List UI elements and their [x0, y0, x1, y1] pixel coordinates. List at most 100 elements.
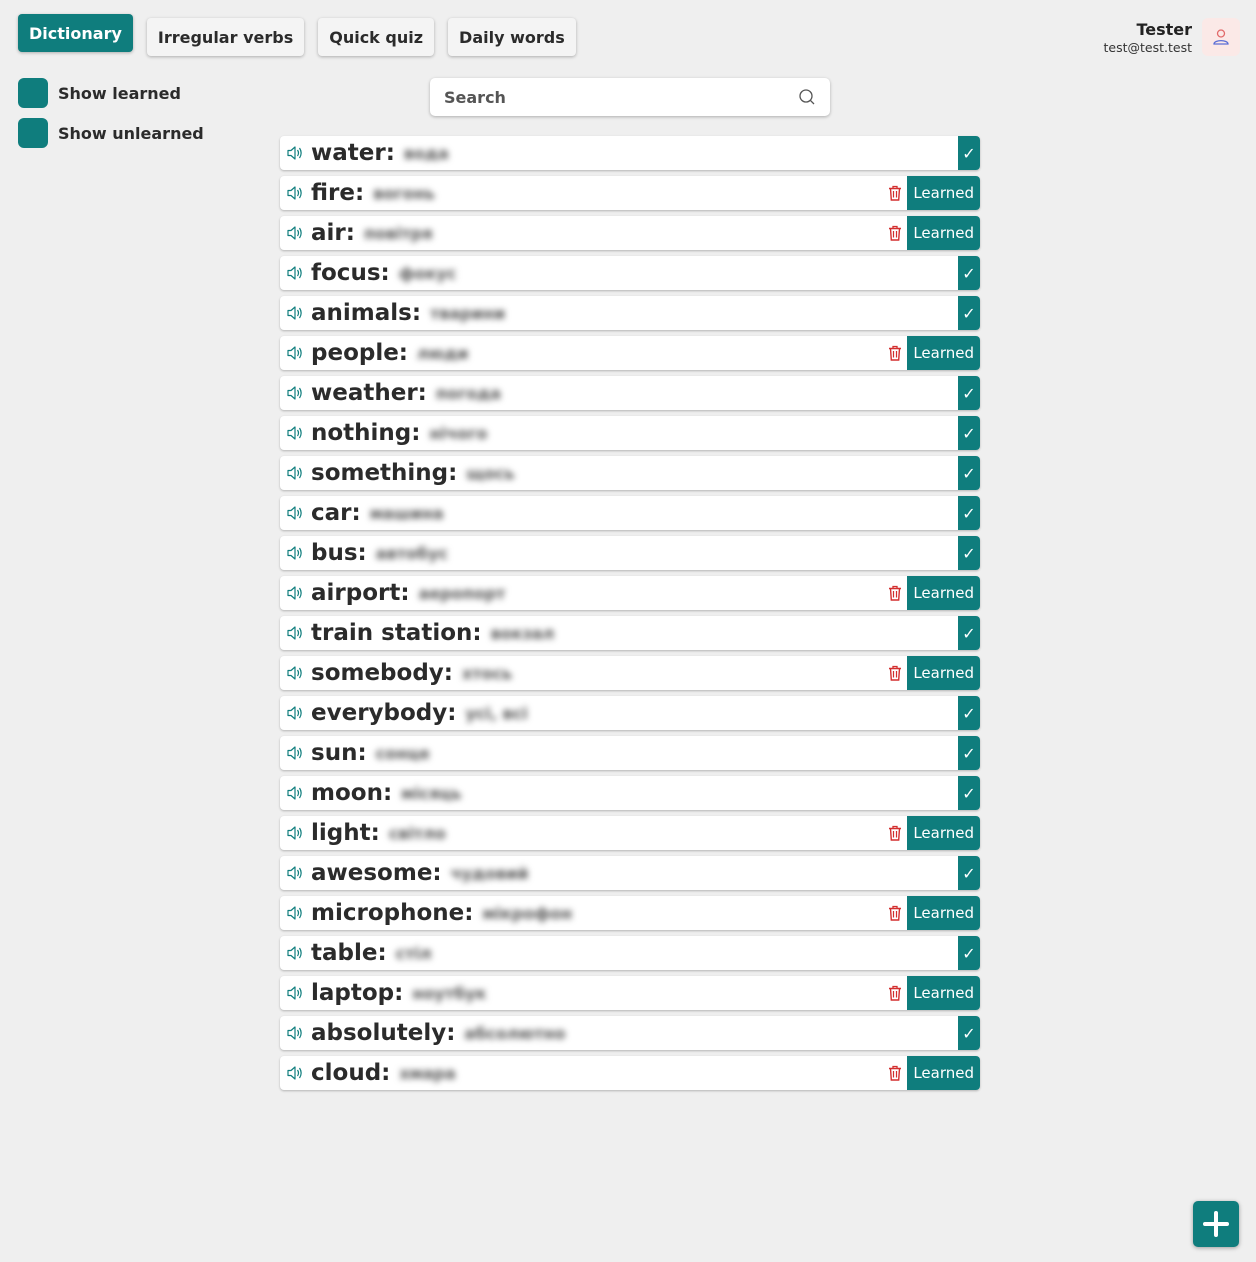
- learned-button[interactable]: Learned: [907, 576, 980, 610]
- speaker-icon[interactable]: [286, 1025, 310, 1041]
- trash-icon[interactable]: [886, 823, 904, 843]
- translation-text[interactable]: абсолютно: [464, 1024, 565, 1043]
- speaker-icon[interactable]: [286, 545, 310, 561]
- translation-text[interactable]: світло: [389, 824, 446, 843]
- trash-icon[interactable]: [886, 1063, 904, 1083]
- tab-quick-quiz[interactable]: Quick quiz: [318, 18, 435, 56]
- translation-text[interactable]: мікрофон: [482, 904, 572, 923]
- word-text: focus:: [311, 260, 390, 286]
- learned-button[interactable]: Learned: [907, 336, 980, 370]
- word-text: train station:: [311, 620, 482, 646]
- learned-button[interactable]: Learned: [907, 896, 980, 930]
- learned-button[interactable]: Learned: [907, 656, 980, 690]
- speaker-icon[interactable]: [286, 1065, 310, 1081]
- filter-show-unlearned[interactable]: Show unlearned: [18, 118, 204, 148]
- speaker-icon[interactable]: [286, 945, 310, 961]
- translation-text[interactable]: усі, всі: [465, 704, 527, 723]
- mark-learned-button[interactable]: ✓: [958, 416, 980, 450]
- speaker-icon[interactable]: [286, 985, 310, 1001]
- translation-text[interactable]: люди: [417, 344, 468, 363]
- translation-text[interactable]: повітря: [364, 224, 433, 243]
- translation-text[interactable]: вогонь: [373, 184, 435, 203]
- translation-text[interactable]: вода: [404, 144, 449, 163]
- speaker-icon[interactable]: [286, 145, 310, 161]
- trash-icon[interactable]: [886, 903, 904, 923]
- tab-irregular-verbs[interactable]: Irregular verbs: [146, 18, 305, 56]
- mark-learned-button[interactable]: ✓: [958, 536, 980, 570]
- trash-icon[interactable]: [886, 343, 904, 363]
- word-row: car: машина ✓: [280, 496, 980, 530]
- show-learned-checkbox[interactable]: [18, 78, 48, 108]
- speaker-icon[interactable]: [286, 345, 310, 361]
- translation-text[interactable]: місяць: [401, 784, 461, 803]
- trash-icon[interactable]: [886, 183, 904, 203]
- word-row: fire: вогонь Learned: [280, 176, 980, 210]
- translation-text[interactable]: аеропорт: [419, 584, 506, 603]
- word-row: air: повітря Learned: [280, 216, 980, 250]
- translation-text[interactable]: фокус: [399, 264, 457, 283]
- speaker-icon[interactable]: [286, 425, 310, 441]
- translation-text[interactable]: тварини: [430, 304, 505, 323]
- search-icon[interactable]: [798, 88, 816, 106]
- mark-learned-button[interactable]: ✓: [958, 496, 980, 530]
- speaker-icon[interactable]: [286, 785, 310, 801]
- word-row: sun: сонце ✓: [280, 736, 980, 770]
- speaker-icon[interactable]: [286, 825, 310, 841]
- speaker-icon[interactable]: [286, 265, 310, 281]
- speaker-icon[interactable]: [286, 185, 310, 201]
- translation-text[interactable]: вокзал: [491, 624, 555, 643]
- trash-icon[interactable]: [886, 583, 904, 603]
- show-unlearned-checkbox[interactable]: [18, 118, 48, 148]
- avatar[interactable]: [1202, 18, 1240, 56]
- speaker-icon[interactable]: [286, 225, 310, 241]
- learned-button[interactable]: Learned: [907, 976, 980, 1010]
- mark-learned-button[interactable]: ✓: [958, 1016, 980, 1050]
- mark-learned-button[interactable]: ✓: [958, 456, 980, 490]
- speaker-icon[interactable]: [286, 585, 310, 601]
- mark-learned-button[interactable]: ✓: [958, 376, 980, 410]
- translation-text[interactable]: стіл: [396, 944, 432, 963]
- mark-learned-button[interactable]: ✓: [958, 296, 980, 330]
- learned-button[interactable]: Learned: [907, 176, 980, 210]
- mark-learned-button[interactable]: ✓: [958, 736, 980, 770]
- filter-show-learned[interactable]: Show learned: [18, 78, 204, 108]
- speaker-icon[interactable]: [286, 505, 310, 521]
- speaker-icon[interactable]: [286, 385, 310, 401]
- mark-learned-button[interactable]: ✓: [958, 936, 980, 970]
- trash-icon[interactable]: [886, 983, 904, 1003]
- speaker-icon[interactable]: [286, 865, 310, 881]
- speaker-icon[interactable]: [286, 625, 310, 641]
- mark-learned-button[interactable]: ✓: [958, 696, 980, 730]
- learned-button[interactable]: Learned: [907, 1056, 980, 1090]
- speaker-icon[interactable]: [286, 465, 310, 481]
- mark-learned-button[interactable]: ✓: [958, 856, 980, 890]
- speaker-icon[interactable]: [286, 905, 310, 921]
- add-word-button[interactable]: [1193, 1201, 1239, 1247]
- trash-icon[interactable]: [886, 223, 904, 243]
- translation-text[interactable]: автобус: [376, 544, 448, 563]
- mark-learned-button[interactable]: ✓: [958, 136, 980, 170]
- learned-button[interactable]: Learned: [907, 216, 980, 250]
- speaker-icon[interactable]: [286, 305, 310, 321]
- translation-text[interactable]: сонце: [376, 744, 430, 763]
- translation-text[interactable]: щось: [466, 464, 514, 483]
- translation-text[interactable]: чудовий: [451, 864, 529, 883]
- speaker-icon[interactable]: [286, 745, 310, 761]
- mark-learned-button[interactable]: ✓: [958, 256, 980, 290]
- search-input[interactable]: [444, 87, 798, 107]
- learned-button[interactable]: Learned: [907, 816, 980, 850]
- translation-text[interactable]: нічого: [429, 424, 487, 443]
- filters: Show learned Show unlearned: [18, 78, 204, 158]
- trash-icon[interactable]: [886, 663, 904, 683]
- translation-text[interactable]: хмара: [399, 1064, 455, 1083]
- translation-text[interactable]: хтось: [462, 664, 512, 683]
- translation-text[interactable]: погода: [436, 384, 501, 403]
- mark-learned-button[interactable]: ✓: [958, 616, 980, 650]
- translation-text[interactable]: машина: [370, 504, 444, 523]
- speaker-icon[interactable]: [286, 665, 310, 681]
- tab-daily-words[interactable]: Daily words: [448, 18, 576, 56]
- translation-text[interactable]: ноутбук: [412, 984, 486, 1003]
- mark-learned-button[interactable]: ✓: [958, 776, 980, 810]
- speaker-icon[interactable]: [286, 705, 310, 721]
- tab-dictionary[interactable]: Dictionary: [18, 14, 133, 52]
